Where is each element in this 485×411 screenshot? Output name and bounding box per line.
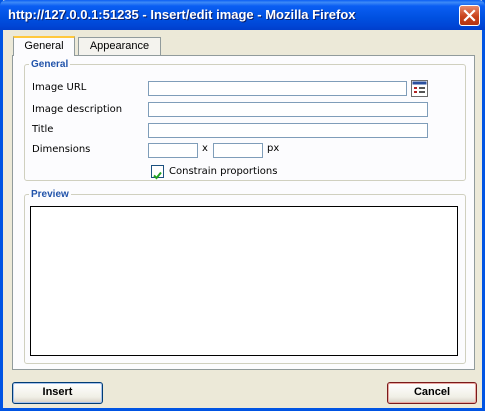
dimension-unit: px xyxy=(267,143,280,154)
checkmark-icon xyxy=(152,166,163,185)
height-input[interactable] xyxy=(213,143,263,158)
title-input[interactable] xyxy=(148,123,428,138)
cancel-button[interactable]: Cancel xyxy=(387,382,477,404)
preview-area xyxy=(30,206,458,356)
image-description-input[interactable] xyxy=(148,102,428,117)
file-browser-icon xyxy=(411,80,428,101)
image-description-label: Image description xyxy=(32,104,123,115)
tab-appearance[interactable]: Appearance xyxy=(78,37,161,55)
window-title: http://127.0.0.1:51235 - Insert/edit ima… xyxy=(8,7,356,22)
dimension-separator: x xyxy=(202,143,208,154)
general-fieldset: General xyxy=(24,59,466,181)
tab-general[interactable]: General xyxy=(13,36,75,56)
image-url-input[interactable] xyxy=(148,81,407,96)
constrain-proportions-checkbox[interactable] xyxy=(151,165,164,180)
dimensions-label: Dimensions xyxy=(32,144,91,155)
insert-button[interactable]: Insert xyxy=(12,382,103,404)
title-label: Title xyxy=(32,124,54,135)
constrain-proportions-label[interactable]: Constrain proportions xyxy=(169,166,277,177)
image-url-label: Image URL xyxy=(32,82,87,93)
general-legend: General xyxy=(31,59,69,70)
preview-legend: Preview xyxy=(31,189,69,200)
title-bar[interactable]: http://127.0.0.1:51235 - Insert/edit ima… xyxy=(0,0,485,30)
width-input[interactable] xyxy=(148,143,198,158)
browse-button[interactable] xyxy=(411,80,428,97)
close-button[interactable] xyxy=(459,5,480,26)
